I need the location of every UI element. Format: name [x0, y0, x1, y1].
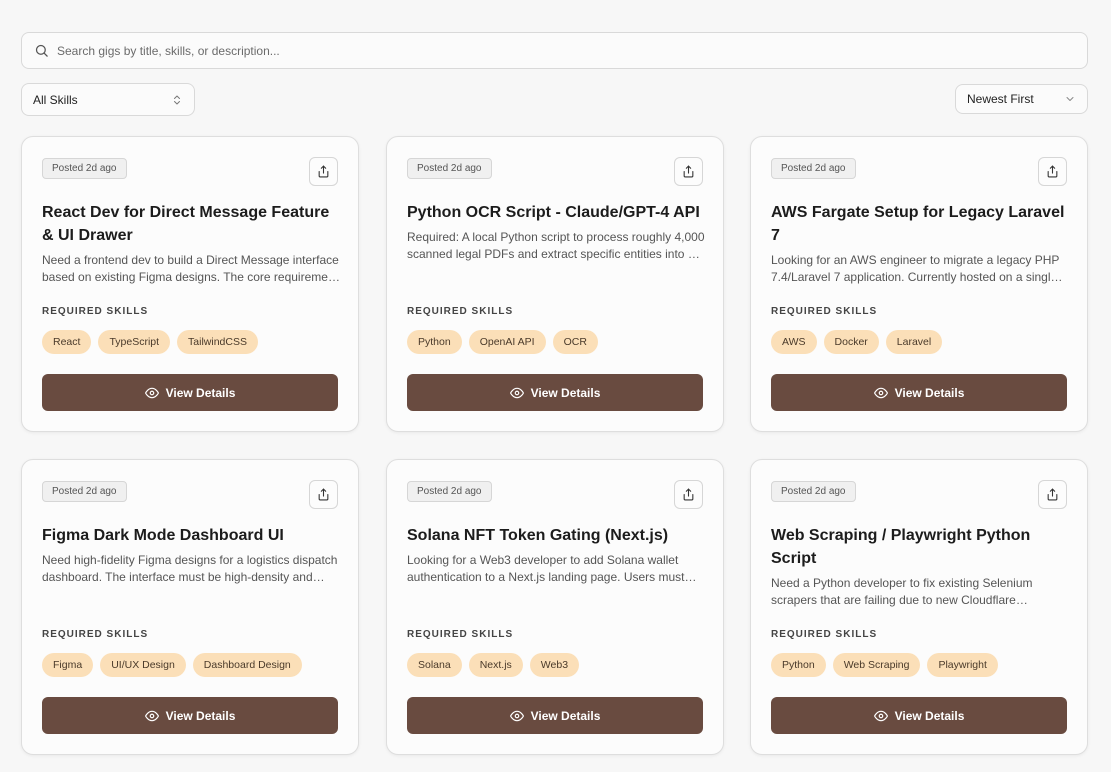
posted-badge: Posted 2d ago — [42, 158, 127, 179]
share-icon — [318, 488, 329, 501]
gig-title: Web Scraping / Playwright Python Script — [771, 527, 1031, 567]
skill-tag: React — [42, 330, 92, 354]
gig-card-1: Posted 2d ago React Dev for Direct Messa… — [21, 136, 359, 432]
share-icon — [683, 165, 694, 178]
view-details-button[interactable]: View Details — [771, 374, 1067, 411]
skill-tag: Web Scraping — [832, 653, 921, 677]
required-skills-label: REQUIRED SKILLS — [771, 629, 878, 640]
share-icon — [1047, 488, 1058, 501]
eye-icon — [509, 710, 524, 721]
required-skills-label: REQUIRED SKILLS — [42, 306, 149, 317]
eye-icon — [873, 710, 888, 721]
skill-tag: Dashboard Design — [192, 653, 302, 677]
gig-title: React Dev for Direct Message Feature & U… — [42, 204, 330, 244]
gig-description: Need high-fidelity Figma designs for a l… — [42, 553, 338, 584]
skill-tag: Solana — [407, 653, 462, 677]
skill-tags: Python OpenAI API OCR — [407, 330, 598, 354]
skill-tags: Solana Next.js Web3 — [407, 653, 580, 677]
skill-tag: OCR — [552, 330, 598, 354]
skill-tag: Docker — [823, 330, 879, 354]
posted-badge: Posted 2d ago — [771, 158, 856, 179]
gig-description: Need a Python developer to fix existing … — [771, 576, 1033, 607]
skill-tag: UI/UX Design — [100, 653, 186, 677]
skill-tags: AWS Docker Laravel — [771, 330, 943, 354]
view-details-button[interactable]: View Details — [42, 374, 338, 411]
share-button[interactable] — [1038, 480, 1067, 509]
view-details-button[interactable]: View Details — [407, 697, 703, 734]
search-input[interactable] — [57, 43, 1087, 58]
posted-badge: Posted 2d ago — [407, 481, 492, 502]
share-button[interactable] — [674, 157, 703, 186]
posted-badge: Posted 2d ago — [771, 481, 856, 502]
skill-tag: Figma — [42, 653, 94, 677]
sort-value: Newest First — [967, 92, 1034, 106]
gig-title: Python OCR Script - Claude/GPT-4 API — [407, 204, 700, 221]
skill-tag: Next.js — [468, 653, 523, 677]
skill-tag: Python — [771, 653, 826, 677]
gig-card-2: Posted 2d ago Python OCR Script - Claude… — [386, 136, 724, 432]
eye-icon — [509, 387, 524, 398]
gig-card-3: Posted 2d ago AWS Fargate Setup for Lega… — [750, 136, 1088, 432]
gig-description: Looking for an AWS engineer to migrate a… — [771, 253, 1060, 284]
required-skills-label: REQUIRED SKILLS — [407, 629, 514, 640]
view-details-label: View Details — [894, 385, 965, 400]
chevron-down-icon — [1066, 97, 1074, 101]
required-skills-label: REQUIRED SKILLS — [42, 629, 149, 640]
eye-icon — [873, 387, 888, 398]
required-skills-label: REQUIRED SKILLS — [771, 306, 878, 317]
view-details-button[interactable]: View Details — [407, 374, 703, 411]
skill-tag: TypeScript — [98, 330, 171, 354]
gig-title: Solana NFT Token Gating (Next.js) — [407, 527, 669, 544]
skill-tags: React TypeScript TailwindCSS — [42, 330, 258, 354]
share-button[interactable] — [309, 480, 338, 509]
share-icon — [1047, 165, 1058, 178]
sort-select[interactable]: Newest First — [955, 84, 1088, 114]
eye-icon — [144, 710, 159, 721]
posted-badge: Posted 2d ago — [407, 158, 492, 179]
gig-board: All Skills Newest First Posted 2d ago Re… — [0, 0, 1111, 772]
chevron-up-down-icon — [174, 95, 180, 104]
skill-tags: Figma UI/UX Design Dashboard Design — [42, 653, 302, 677]
view-details-label: View Details — [165, 708, 236, 723]
gig-card-5: Posted 2d ago Solana NFT Token Gating (N… — [386, 459, 724, 755]
gig-card-6: Posted 2d ago Web Scraping / Playwright … — [750, 459, 1088, 755]
skills-filter-select[interactable]: All Skills — [21, 83, 195, 116]
skill-tag: Python — [407, 330, 462, 354]
view-details-label: View Details — [530, 708, 601, 723]
gig-card-4: Posted 2d ago Figma Dark Mode Dashboard … — [21, 459, 359, 755]
skill-tag: Laravel — [885, 330, 943, 354]
skill-tag: TailwindCSS — [177, 330, 258, 354]
share-button[interactable] — [309, 157, 338, 186]
posted-badge: Posted 2d ago — [42, 481, 127, 502]
gig-title: Figma Dark Mode Dashboard UI — [42, 527, 284, 544]
skills-filter-value: All Skills — [33, 92, 78, 107]
view-details-label: View Details — [165, 385, 236, 400]
search-bar[interactable] — [21, 32, 1088, 69]
gig-description: Need a frontend dev to build a Direct Me… — [42, 253, 339, 284]
gig-description: Looking for a Web3 developer to add Sola… — [407, 553, 685, 584]
skill-tag: AWS — [771, 330, 817, 354]
view-details-label: View Details — [530, 385, 601, 400]
skill-tag: OpenAI API — [468, 330, 546, 354]
share-icon — [683, 488, 694, 501]
share-icon — [318, 165, 329, 178]
skill-tags: Python Web Scraping Playwright — [771, 653, 998, 677]
eye-icon — [144, 387, 159, 398]
search-icon — [35, 44, 48, 57]
gig-title: AWS Fargate Setup for Legacy Laravel 7 — [771, 204, 1065, 244]
view-details-button[interactable]: View Details — [771, 697, 1067, 734]
share-button[interactable] — [1038, 157, 1067, 186]
view-details-label: View Details — [894, 708, 965, 723]
skill-tag: Web3 — [529, 653, 580, 677]
skill-tag: Playwright — [927, 653, 998, 677]
gig-description: Required: A local Python script to proce… — [407, 230, 705, 261]
share-button[interactable] — [674, 480, 703, 509]
view-details-button[interactable]: View Details — [42, 697, 338, 734]
required-skills-label: REQUIRED SKILLS — [407, 306, 514, 317]
